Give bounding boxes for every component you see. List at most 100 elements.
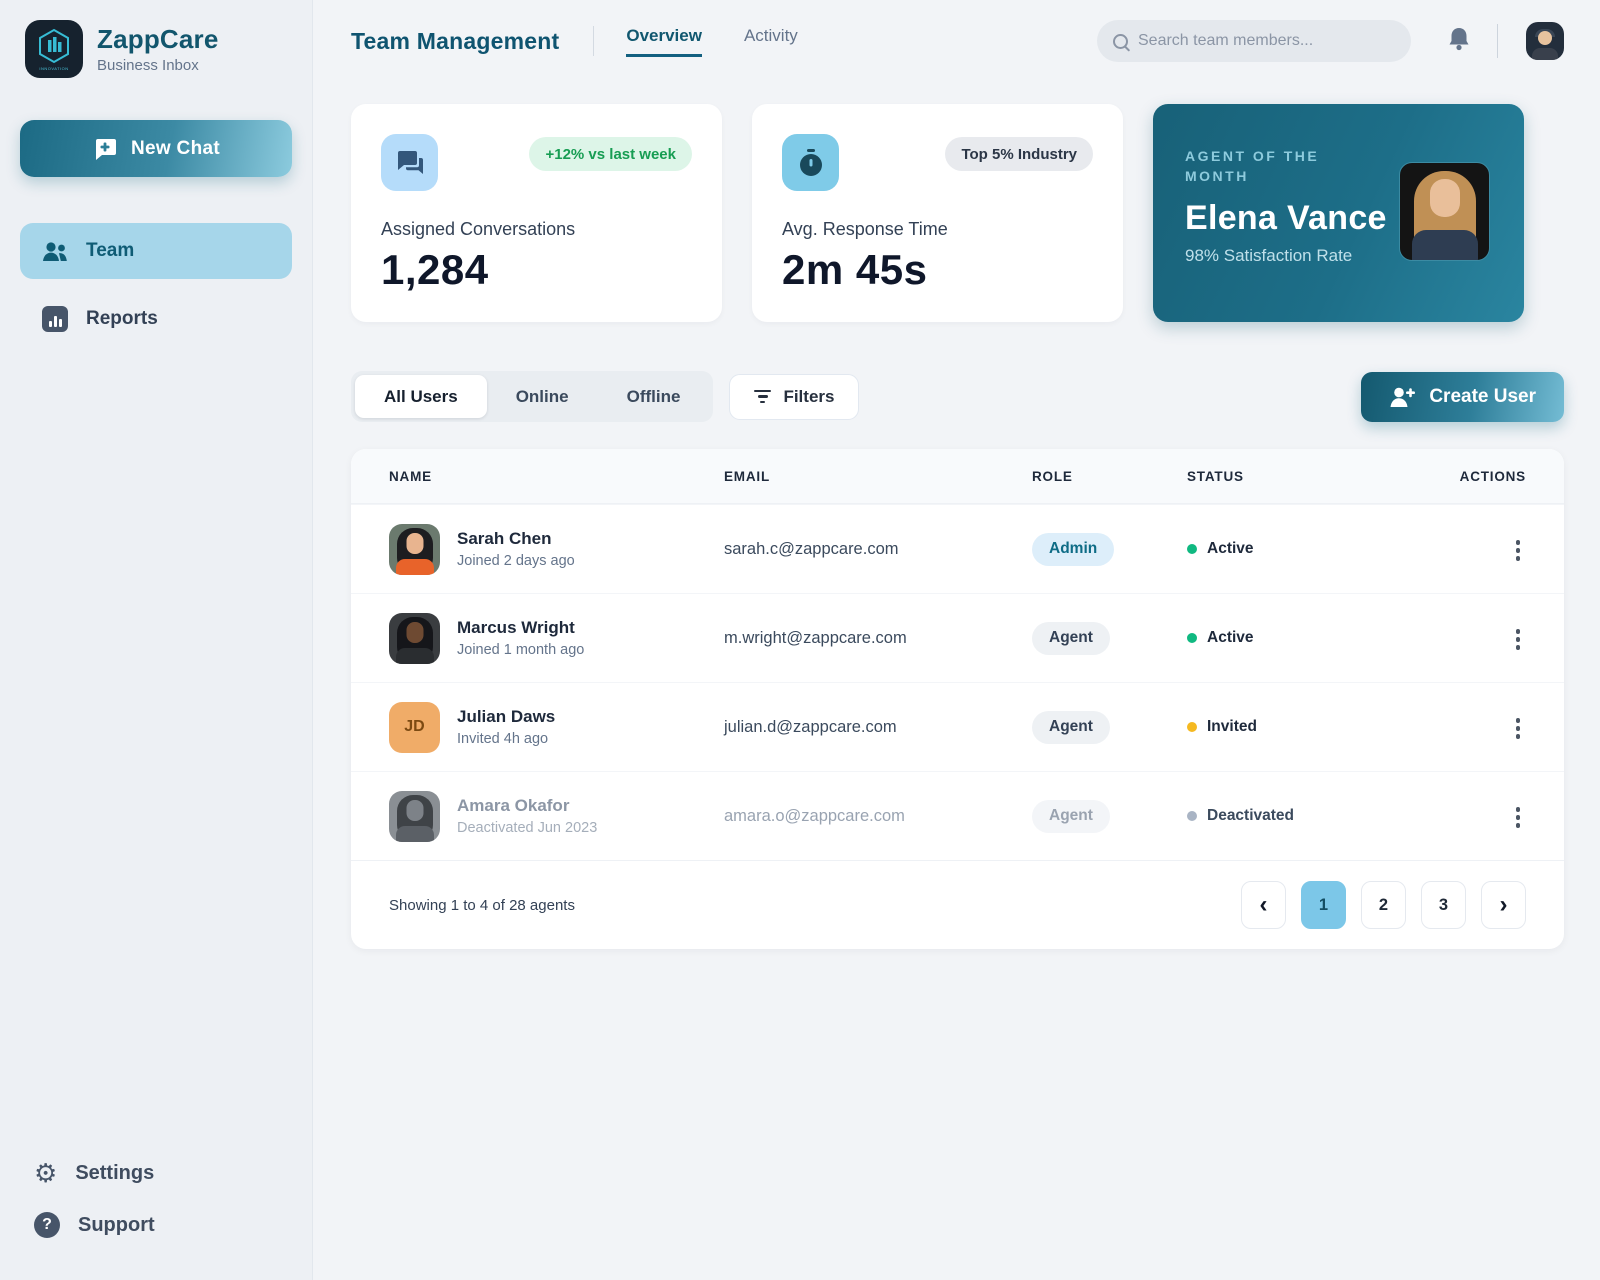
search-icon	[1113, 33, 1128, 49]
stat-industry-badge: Top 5% Industry	[945, 137, 1093, 171]
status-cell: Active	[1187, 540, 1417, 558]
stat-label: Avg. Response Time	[782, 219, 948, 239]
team-table: NAME EMAIL ROLE STATUS ACTIONS Sarah Che…	[351, 449, 1564, 949]
tab-activity[interactable]: Activity	[744, 26, 798, 57]
avatar	[389, 790, 440, 842]
status-label: Invited	[1207, 718, 1257, 735]
zappcare-logo-icon: INNOVATION	[25, 20, 83, 78]
sidebar-nav: Team Reports	[20, 223, 292, 347]
stopwatch-icon	[782, 134, 839, 191]
filter-tab-offline[interactable]: Offline	[598, 375, 710, 418]
column-header-status: STATUS	[1187, 468, 1244, 484]
status-cell: Deactivated	[1187, 807, 1417, 825]
brand: INNOVATION ZappCare Business Inbox	[20, 16, 292, 78]
sidebar-item-settings[interactable]: ⚙ Settings	[34, 1160, 278, 1186]
user-meta: Joined 1 month ago	[457, 642, 585, 658]
support-label: Support	[78, 1213, 155, 1236]
header-tabs: Overview Activity	[626, 26, 798, 57]
stat-value: 2m 45s	[782, 246, 928, 293]
avatar	[389, 612, 440, 664]
user-meta: Joined 2 days ago	[457, 553, 575, 569]
user-avatar[interactable]	[1526, 22, 1564, 60]
search-input[interactable]	[1138, 32, 1395, 50]
status-dot	[1187, 811, 1197, 821]
table-row: Marcus Wright Joined 1 month ago m.wrigh…	[351, 593, 1564, 682]
table-row: Amara Okafor Deactivated Jun 2023 amara.…	[351, 771, 1564, 860]
user-email: m.wright@zappcare.com	[724, 628, 907, 647]
main-content: Team Management Overview Activity Search…	[313, 0, 1600, 1280]
brand-subtitle: Business Inbox	[97, 57, 199, 74]
status-label: Active	[1207, 540, 1254, 557]
user-name: Amara Okafor	[457, 796, 570, 815]
pagination: ‹ 1 2 3 ›	[1241, 881, 1526, 929]
page-button-2[interactable]: 2	[1361, 881, 1406, 929]
team-icon	[40, 240, 70, 262]
row-actions-menu-button[interactable]	[1510, 801, 1527, 834]
sidebar-item-team[interactable]: Team	[20, 223, 292, 279]
table-row: JD Julian Daws Invited 4h ago julian.d@z…	[351, 682, 1564, 771]
stat-label: Assigned Conversations	[381, 219, 576, 239]
role-badge: Admin	[1032, 532, 1115, 566]
new-chat-button[interactable]: New Chat	[20, 120, 292, 177]
top-bar: Team Management Overview Activity	[351, 18, 1564, 64]
agent-photo	[1399, 162, 1490, 261]
reports-icon	[40, 306, 70, 332]
status-cell: Active	[1187, 629, 1417, 647]
agent-of-month-heading: AGENT OF THE MONTH	[1185, 148, 1320, 185]
bell-icon	[1449, 27, 1469, 50]
role-badge: Agent	[1032, 799, 1110, 833]
user-email: julian.d@zappcare.com	[724, 717, 897, 736]
status-dot	[1187, 722, 1197, 732]
hexagon-logo-glyph	[39, 28, 69, 63]
filter-row: All Users Online Offline Filters Create …	[351, 371, 1564, 422]
table-header-row: NAME EMAIL ROLE STATUS ACTIONS	[351, 449, 1564, 504]
page-button-3[interactable]: 3	[1421, 881, 1466, 929]
row-actions-menu-button[interactable]	[1510, 534, 1527, 567]
user-email: sarah.c@zappcare.com	[724, 539, 899, 558]
next-page-button[interactable]: ›	[1481, 881, 1526, 929]
logo-caption: INNOVATION	[39, 65, 69, 71]
status-label: Active	[1207, 629, 1254, 646]
table-row: Sarah Chen Joined 2 days ago sarah.c@zap…	[351, 504, 1564, 593]
column-header-role: ROLE	[1032, 468, 1073, 484]
filter-tab-all-users[interactable]: All Users	[355, 375, 487, 418]
chat-plus-icon	[96, 138, 117, 160]
filters-button[interactable]: Filters	[729, 373, 860, 420]
tab-overview[interactable]: Overview	[626, 26, 702, 57]
column-header-name: NAME	[389, 468, 432, 484]
create-user-button[interactable]: Create User	[1361, 371, 1564, 422]
pagination-summary: Showing 1 to 4 of 28 agents	[389, 896, 575, 914]
avatar	[389, 523, 440, 575]
notifications-button[interactable]	[1447, 26, 1471, 57]
row-actions-menu-button[interactable]	[1510, 623, 1527, 656]
prev-page-button[interactable]: ‹	[1241, 881, 1286, 929]
filter-icon	[754, 389, 772, 404]
row-actions-menu-button[interactable]	[1510, 712, 1527, 745]
sidebar-item-reports[interactable]: Reports	[20, 291, 292, 347]
new-chat-label: New Chat	[131, 137, 220, 159]
user-email: amara.o@zappcare.com	[724, 806, 905, 825]
divider	[1497, 24, 1498, 58]
stats-row: +12% vs last week Assigned Conversations…	[351, 104, 1564, 322]
status-cell: Invited	[1187, 718, 1417, 736]
filter-tab-online[interactable]: Online	[487, 375, 598, 418]
gear-icon: ⚙	[34, 1158, 58, 1188]
sidebar-item-support[interactable]: ? Support	[34, 1212, 278, 1238]
user-name: Marcus Wright	[457, 618, 575, 637]
stat-card-conversations: +12% vs last week Assigned Conversations…	[351, 104, 722, 322]
status-dot	[1187, 633, 1197, 643]
avatar-initials: JD	[389, 701, 440, 753]
search-bar[interactable]	[1097, 20, 1411, 62]
stat-trend-badge: +12% vs last week	[529, 137, 692, 171]
brand-name: ZappCare	[97, 24, 219, 54]
divider	[593, 26, 595, 56]
chat-bubbles-icon	[381, 134, 438, 191]
sidebar-footer: ⚙ Settings ? Support	[20, 1160, 292, 1252]
user-name: Julian Daws	[457, 707, 556, 726]
filters-label: Filters	[783, 386, 835, 406]
user-filter-tabs: All Users Online Offline	[351, 371, 714, 422]
stat-value: 1,284	[381, 246, 489, 293]
page-button-1[interactable]: 1	[1301, 881, 1346, 929]
stat-card-response-time: Top 5% Industry Avg. Response Time 2m 45…	[752, 104, 1123, 322]
role-badge: Agent	[1032, 621, 1110, 655]
